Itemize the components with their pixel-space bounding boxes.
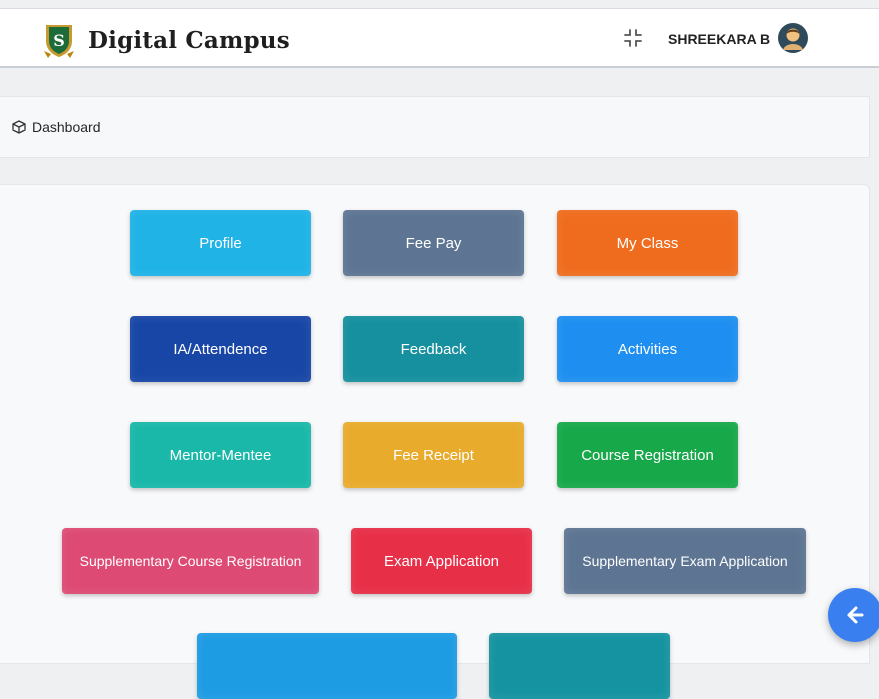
top-navbar: S Digital Campus SHREEKARA B — [0, 8, 879, 68]
feedback-button[interactable]: Feedback — [343, 316, 524, 382]
breadcrumb-label: Dashboard — [32, 119, 101, 135]
supplementary-exam-application-button[interactable]: Supplementary Exam Application — [564, 528, 806, 594]
mentor-mentee-button[interactable]: Mentor-Mentee — [130, 422, 311, 488]
fee-pay-button[interactable]: Fee Pay — [343, 210, 524, 276]
course-registration-button[interactable]: Course Registration — [557, 422, 738, 488]
user-name[interactable]: SHREEKARA B — [668, 31, 770, 47]
arrow-left-icon — [847, 606, 864, 624]
breadcrumb-bar: Dashboard — [0, 96, 870, 158]
dashboard-panel: Profile Fee Pay My Class IA/Attendence F… — [0, 184, 870, 699]
brand-letter: S — [53, 31, 65, 50]
fee-receipt-button[interactable]: Fee Receipt — [343, 422, 524, 488]
breadcrumb[interactable]: Dashboard — [12, 119, 101, 135]
supplementary-course-registration-button[interactable]: Supplementary Course Registration — [62, 528, 319, 594]
exam-application-button[interactable]: Exam Application — [351, 528, 532, 594]
ia-attendence-button[interactable]: IA/Attendence — [130, 316, 311, 382]
back-fab-button[interactable] — [828, 588, 879, 642]
brand[interactable]: S Digital Campus — [40, 21, 290, 59]
my-class-button[interactable]: My Class — [557, 210, 738, 276]
activities-button[interactable]: Activities — [557, 316, 738, 382]
cube-icon — [12, 120, 26, 134]
avatar[interactable] — [778, 23, 808, 53]
compress-icon[interactable] — [622, 27, 644, 49]
app-title: Digital Campus — [88, 26, 290, 54]
profile-button[interactable]: Profile — [130, 210, 311, 276]
shield-logo-icon: S — [44, 25, 74, 58]
partial-tile-right[interactable] — [489, 633, 670, 699]
partial-tile-left[interactable] — [197, 633, 457, 699]
